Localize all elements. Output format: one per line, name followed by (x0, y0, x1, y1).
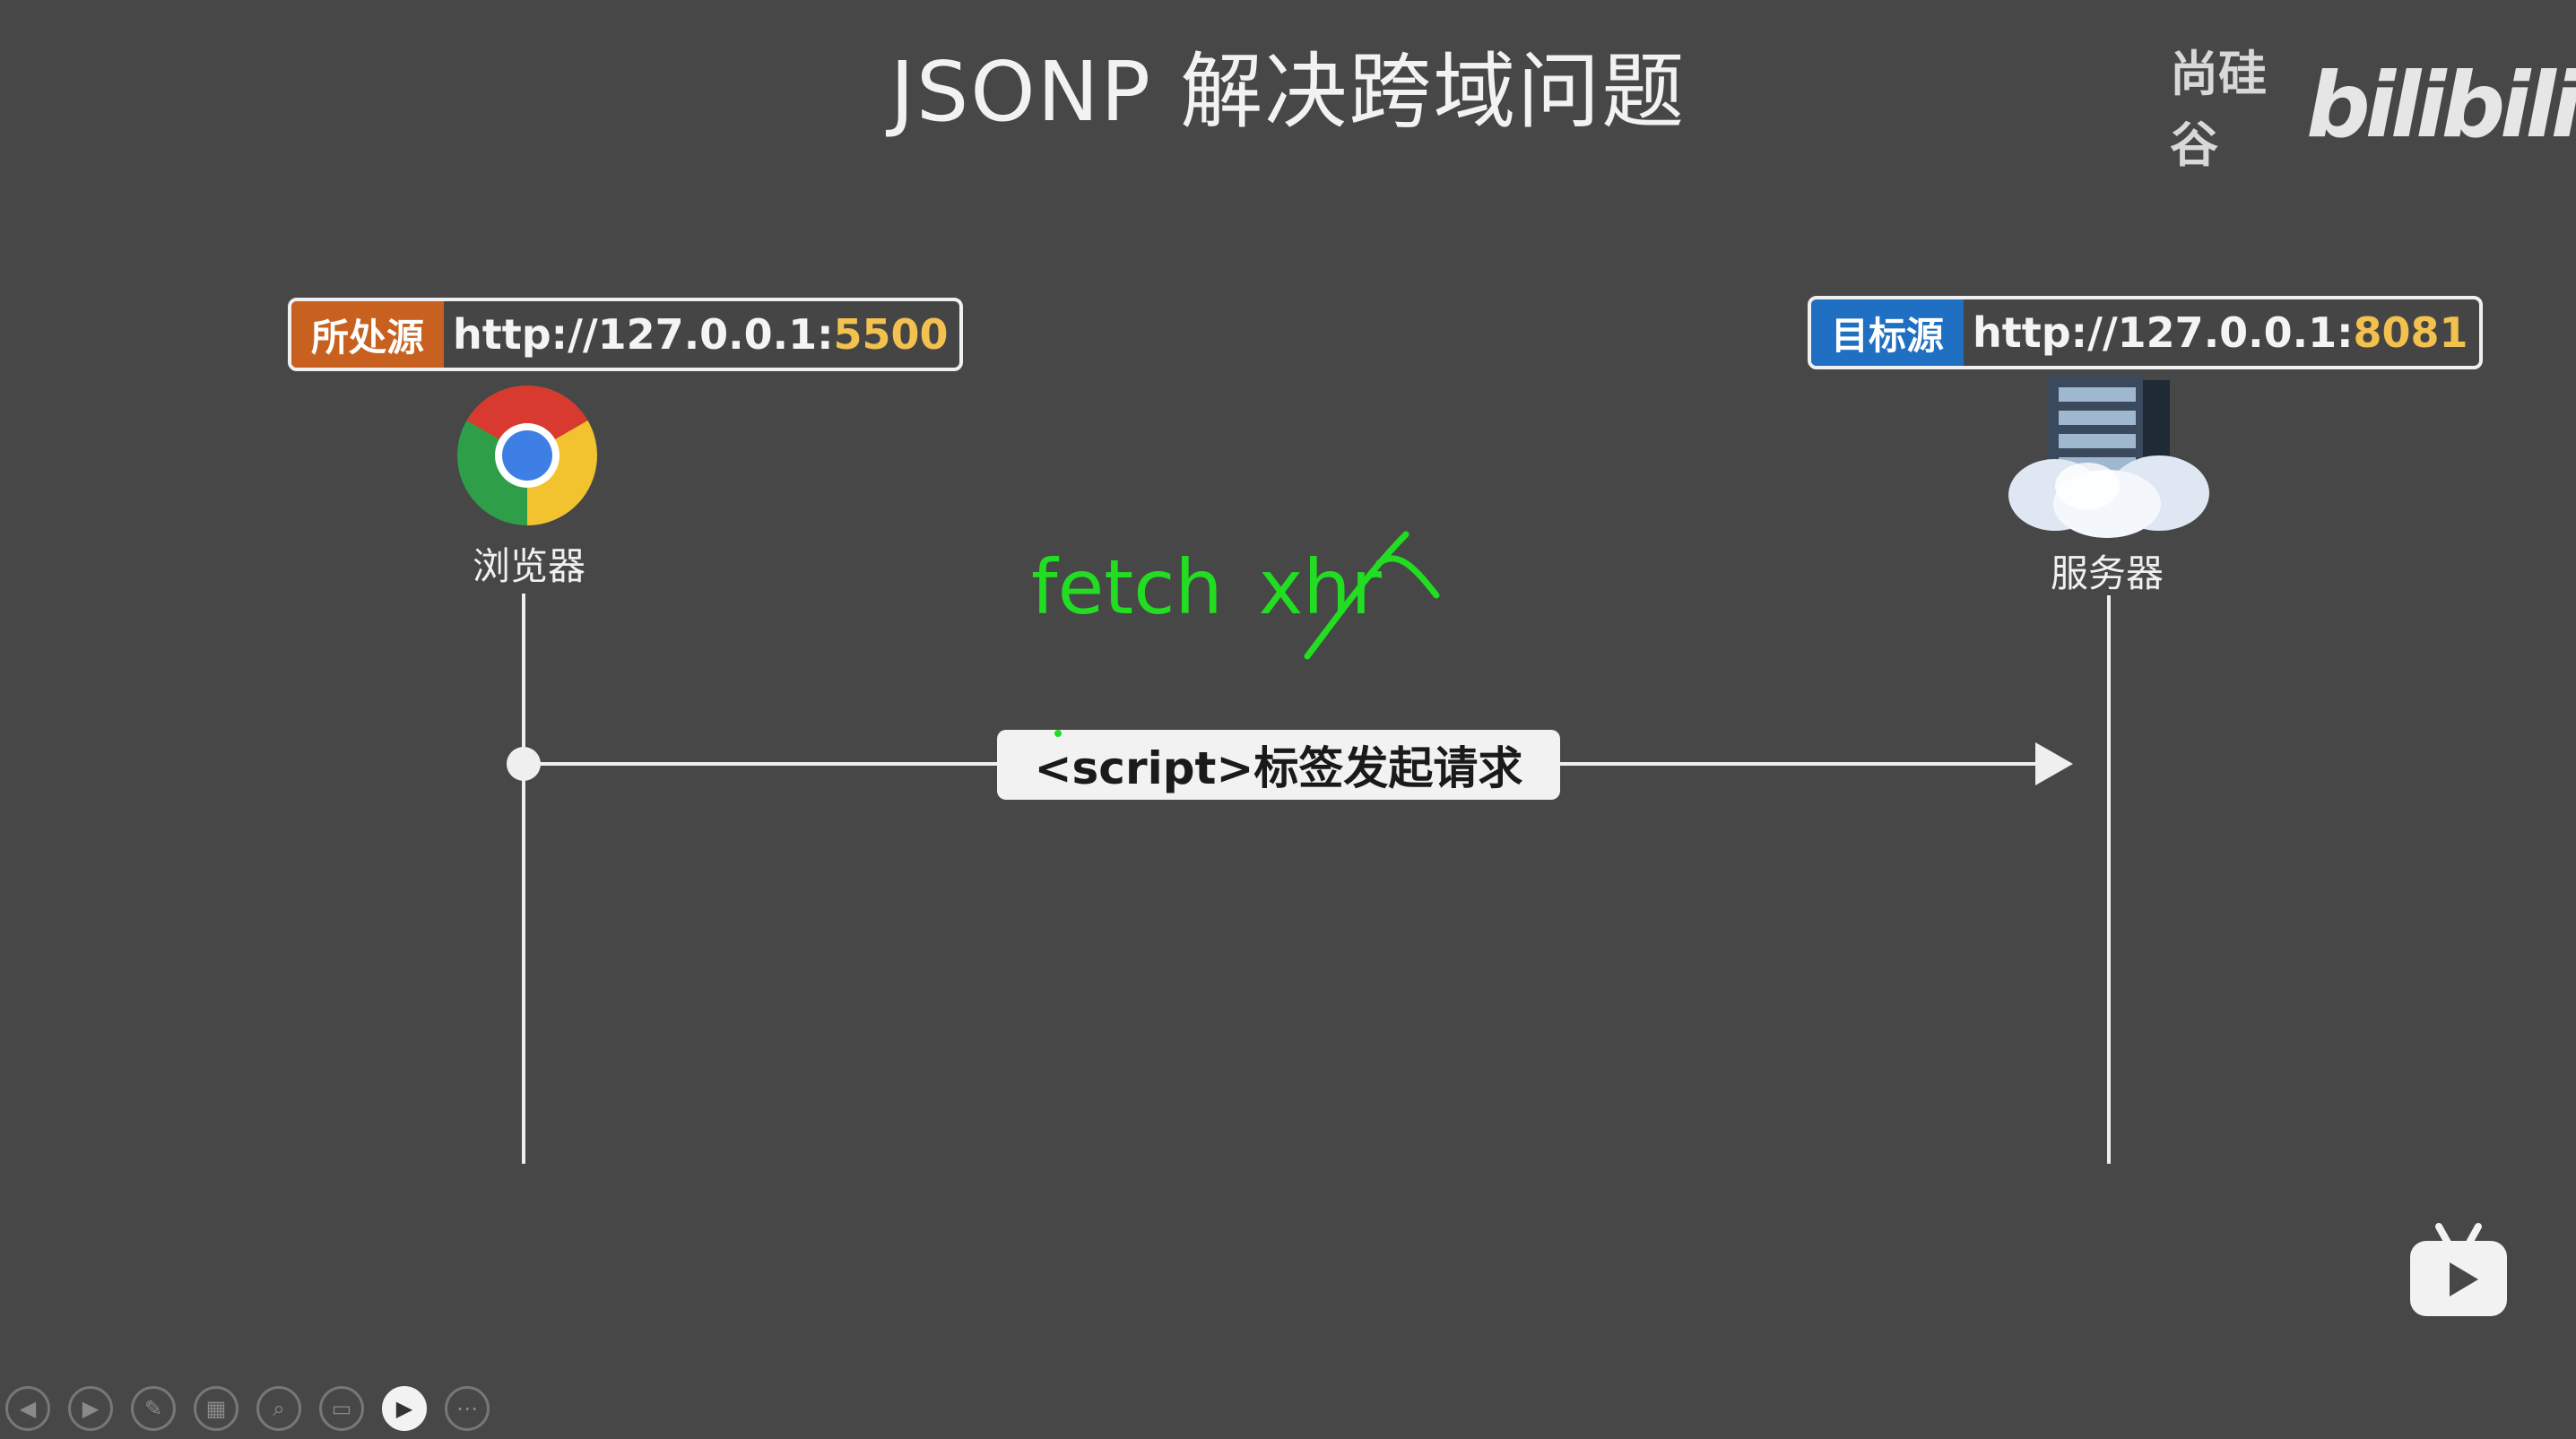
handwritten-strike-mark (1054, 531, 1440, 737)
subtitle-icon[interactable]: ▭ (319, 1386, 364, 1431)
slides-grid-icon[interactable]: ▦ (194, 1386, 239, 1431)
presentation-toolbar: ◀ ▶ ✎ ▦ ⌕ ▭ ▶ ⋯ (5, 1386, 490, 1431)
zoom-icon[interactable]: ⌕ (256, 1386, 301, 1431)
more-icon[interactable]: ⋯ (445, 1386, 490, 1431)
pen-icon[interactable]: ✎ (131, 1386, 176, 1431)
next-icon[interactable]: ▶ (68, 1386, 113, 1431)
bilibili-tv-icon (2410, 1223, 2507, 1316)
previous-icon[interactable]: ◀ (5, 1386, 50, 1431)
camera-icon[interactable]: ▶ (382, 1386, 427, 1431)
